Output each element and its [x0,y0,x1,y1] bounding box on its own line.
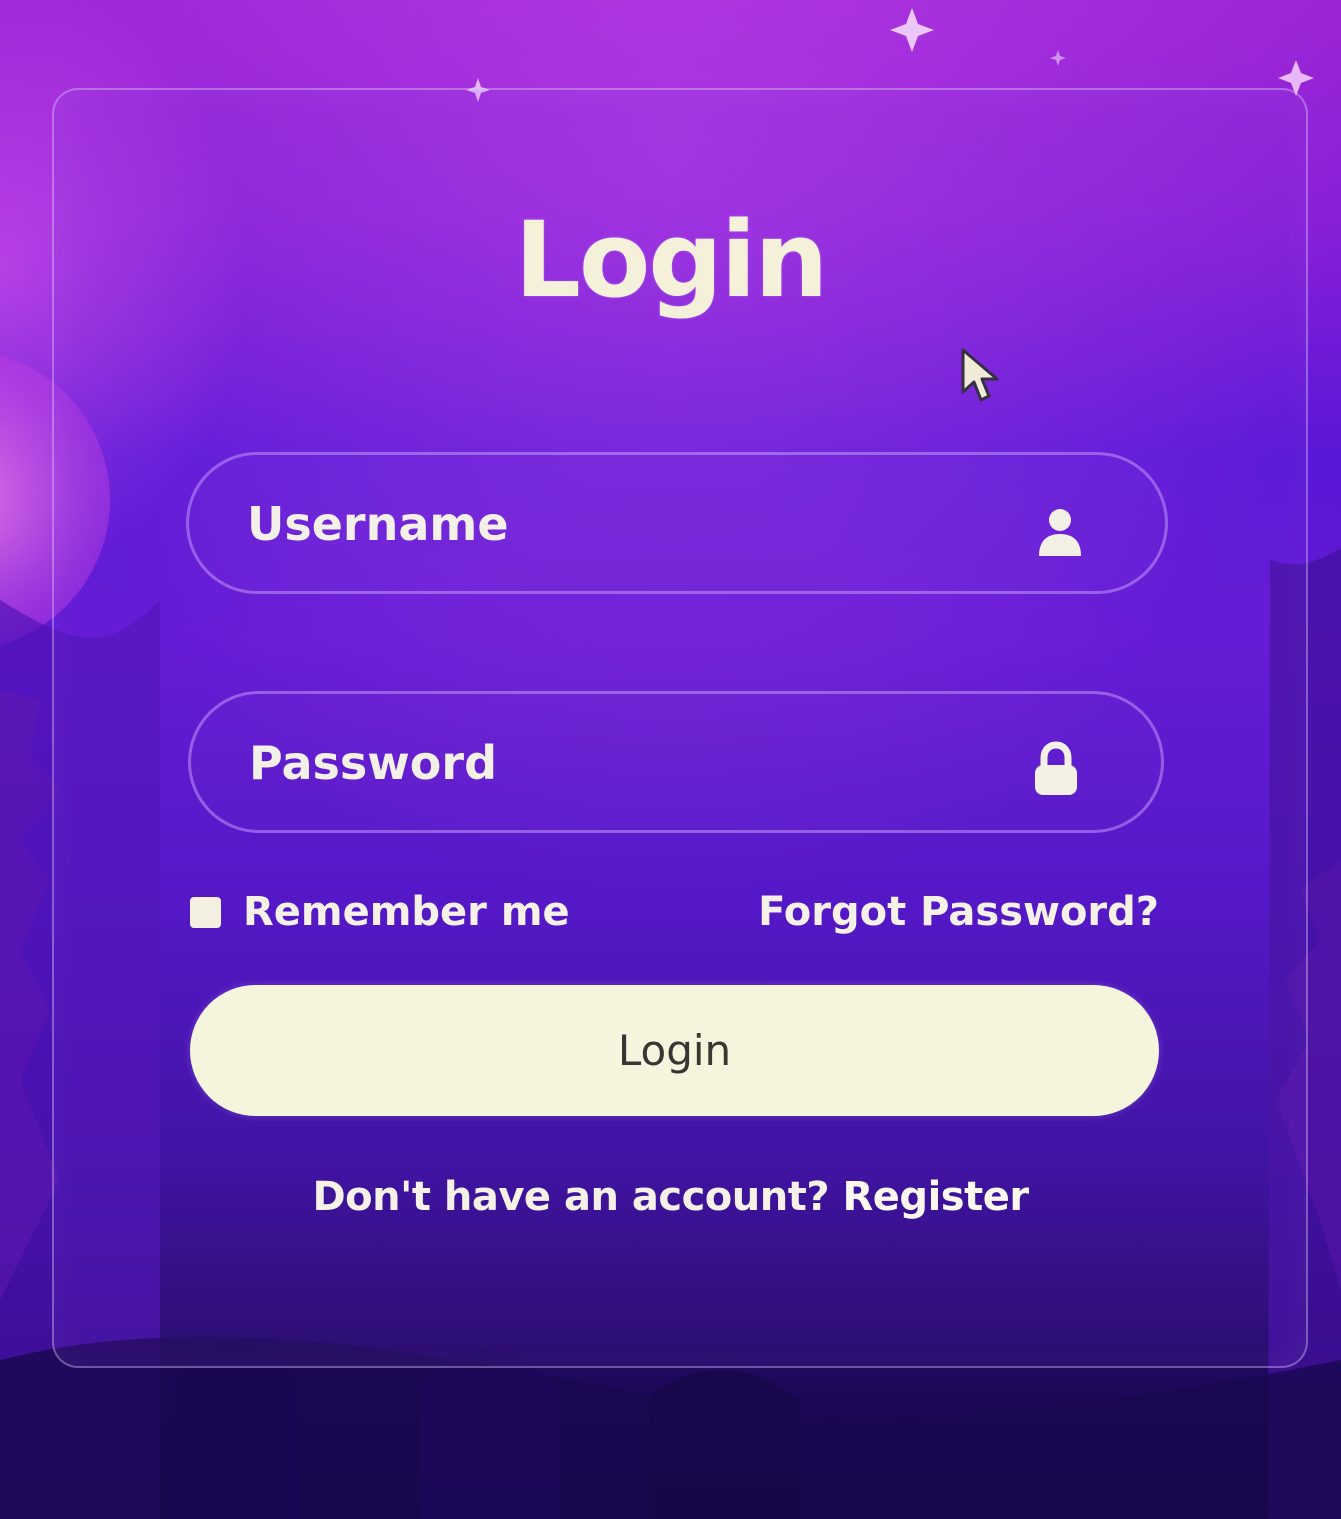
username-input[interactable] [245,455,1009,593]
username-field[interactable] [186,452,1168,594]
remember-me-checkbox[interactable] [190,896,221,928]
lock-icon [1035,741,1077,795]
login-button[interactable]: Login [190,985,1159,1116]
forgot-password-link[interactable]: Forgot Password? [758,884,1159,940]
page-title: Login [514,199,829,321]
register-link[interactable]: Register [843,1174,1030,1220]
user-icon [1039,509,1081,556]
password-field[interactable] [188,691,1164,833]
remember-me-label: Remember me [243,889,570,935]
sparkle-icon [1050,50,1066,66]
mouse-pointer-icon [961,348,999,402]
remember-me-option[interactable]: Remember me [190,884,570,940]
password-input[interactable] [247,694,1011,832]
sparkle-icon [890,8,934,52]
register-prompt: Don't have an account? Register [0,1174,1341,1220]
register-prompt-text: Don't have an account? [312,1174,830,1220]
